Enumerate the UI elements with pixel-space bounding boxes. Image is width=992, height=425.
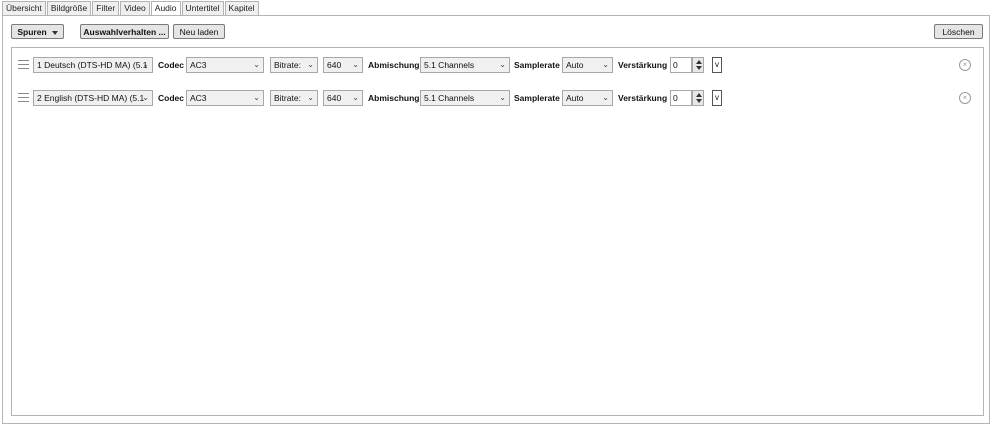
chevron-down-icon: ⌄	[352, 60, 359, 69]
tab-chapters[interactable]: Kapitel	[224, 1, 259, 16]
chevron-down-icon: ⌄	[307, 93, 314, 102]
samplerate-value: Auto	[566, 60, 584, 70]
reload-button[interactable]: Neu laden	[173, 24, 225, 39]
audio-track-row: 2 English (DTS-HD MA) (5.1 ⌄ Codec AC3 ⌄…	[12, 90, 983, 106]
tab-overview[interactable]: Übersicht	[2, 1, 46, 16]
bitrate-mode-value: Bitrate:	[274, 60, 301, 70]
arrow-up-icon[interactable]	[696, 60, 702, 64]
mixdown-value: 5.1 Channels	[424, 93, 475, 103]
bitrate-value: 640	[327, 60, 342, 70]
v-button[interactable]: v	[712, 57, 722, 73]
source-track-select[interactable]: 1 Deutsch (DTS-HD MA) (5.1 ⌄	[33, 57, 153, 73]
bitrate-mode-value: Bitrate:	[274, 93, 301, 103]
chevron-down-icon: ⌄	[602, 93, 609, 102]
chevron-down-icon: ⌄	[142, 93, 149, 102]
samplerate-label: Samplerate	[514, 93, 560, 103]
codec-select[interactable]: AC3 ⌄	[186, 90, 264, 106]
codec-value: AC3	[190, 93, 207, 103]
codec-select[interactable]: AC3 ⌄	[186, 57, 264, 73]
gain-label: Verstärkung	[618, 93, 668, 103]
audio-panel: Spuren Auswahlverhalten ... Neu laden Lö…	[2, 15, 990, 424]
remove-track-icon[interactable]: ×	[959, 92, 971, 104]
mixdown-label: Abmischung	[368, 60, 420, 70]
arrow-up-icon[interactable]	[696, 93, 702, 97]
chevron-down-icon: ⌄	[253, 93, 260, 102]
bitrate-value: 640	[327, 93, 342, 103]
bitrate-mode-select[interactable]: Bitrate: ⌄	[270, 90, 318, 106]
gain-stepper[interactable]	[692, 57, 704, 73]
codec-label: Codec	[158, 93, 184, 103]
samplerate-select[interactable]: Auto ⌄	[562, 90, 613, 106]
tab-picture-size[interactable]: Bildgröße	[46, 1, 92, 16]
caret-down-icon	[51, 30, 58, 35]
codec-value: AC3	[190, 60, 207, 70]
mixdown-select[interactable]: 5.1 Channels ⌄	[420, 90, 510, 106]
gain-input[interactable]: 0	[670, 57, 692, 73]
chevron-down-icon: ⌄	[602, 60, 609, 69]
selection-behavior-button[interactable]: Auswahlverhalten ...	[80, 24, 169, 39]
bitrate-select[interactable]: 640 ⌄	[323, 57, 363, 73]
remove-track-icon[interactable]: ×	[959, 59, 971, 71]
gain-label: Verstärkung	[618, 60, 668, 70]
codec-label: Codec	[158, 60, 184, 70]
v-button[interactable]: v	[712, 90, 722, 106]
drag-handle-icon[interactable]	[18, 93, 29, 103]
tracks-dropdown-button[interactable]: Spuren	[11, 24, 64, 39]
source-track-value: 2 English (DTS-HD MA) (5.1	[37, 93, 145, 103]
gain-input[interactable]: 0	[670, 90, 692, 106]
tab-video[interactable]: Video	[120, 1, 150, 16]
tab-filter[interactable]: Filter	[92, 1, 120, 16]
chevron-down-icon: ⌄	[307, 60, 314, 69]
chevron-down-icon: ⌄	[253, 60, 260, 69]
chevron-down-icon: ⌄	[499, 60, 506, 69]
mixdown-value: 5.1 Channels	[424, 60, 475, 70]
arrow-down-icon[interactable]	[696, 99, 702, 103]
bitrate-mode-select[interactable]: Bitrate: ⌄	[270, 57, 318, 73]
tab-bar: Übersicht Bildgröße Filter Video Audio U…	[2, 1, 260, 17]
chevron-down-icon: ⌄	[352, 93, 359, 102]
audio-track-row: 1 Deutsch (DTS-HD MA) (5.1 ⌄ Codec AC3 ⌄…	[12, 57, 983, 73]
source-track-select[interactable]: 2 English (DTS-HD MA) (5.1 ⌄	[33, 90, 153, 106]
bitrate-select[interactable]: 640 ⌄	[323, 90, 363, 106]
source-track-value: 1 Deutsch (DTS-HD MA) (5.1	[37, 60, 148, 70]
chevron-down-icon: ⌄	[142, 60, 149, 69]
samplerate-select[interactable]: Auto ⌄	[562, 57, 613, 73]
samplerate-value: Auto	[566, 93, 584, 103]
mixdown-select[interactable]: 5.1 Channels ⌄	[420, 57, 510, 73]
samplerate-label: Samplerate	[514, 60, 560, 70]
tracks-button-label: Spuren	[17, 27, 47, 37]
chevron-down-icon: ⌄	[499, 93, 506, 102]
delete-button[interactable]: Löschen	[934, 24, 983, 39]
arrow-down-icon[interactable]	[696, 66, 702, 70]
drag-handle-icon[interactable]	[18, 60, 29, 70]
mixdown-label: Abmischung	[368, 93, 420, 103]
audio-track-list: 1 Deutsch (DTS-HD MA) (5.1 ⌄ Codec AC3 ⌄…	[11, 47, 984, 416]
tab-subtitles[interactable]: Untertitel	[181, 1, 224, 16]
gain-stepper[interactable]	[692, 90, 704, 106]
